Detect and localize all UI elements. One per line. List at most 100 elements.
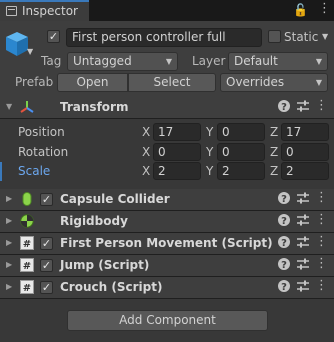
scale-y-field[interactable]: 2 <box>217 162 265 180</box>
rotation-label: Rotation <box>18 145 69 159</box>
scale-z-label[interactable]: Z <box>270 164 278 178</box>
rotation-x-label[interactable]: X <box>142 145 150 159</box>
position-y-label[interactable]: Y <box>206 125 213 139</box>
rotation-z-field[interactable]: 0 <box>281 143 329 161</box>
svg-text:?: ? <box>281 216 287 227</box>
rotation-x-field[interactable]: 0 <box>153 143 201 161</box>
jump-enabled-checkbox[interactable]: ✓ <box>40 259 53 272</box>
help-icon[interactable]: ? <box>277 213 291 227</box>
scale-label: Scale <box>18 164 51 178</box>
transform-title: Transform <box>60 100 129 114</box>
svg-text:#: # <box>23 283 31 294</box>
component-jump[interactable]: ▶ # ✓ Jump (Script) ? ⋮ <box>0 255 334 277</box>
gameobject-cube-icon <box>6 32 28 56</box>
help-icon[interactable]: ? <box>277 99 291 113</box>
position-y-field[interactable]: 0 <box>217 123 265 141</box>
prefab-select-button[interactable]: Select <box>128 73 216 92</box>
position-label: Position <box>18 125 65 139</box>
scale-y-label[interactable]: Y <box>206 164 213 178</box>
component-name: Crouch (Script) <box>60 280 163 294</box>
preset-sliders-icon[interactable] <box>296 213 310 227</box>
component-menu-icon[interactable]: ⋮ <box>315 234 328 250</box>
prefab-open-button[interactable]: Open <box>57 73 128 92</box>
scale-x-label[interactable]: X <box>142 164 150 178</box>
svg-text:?: ? <box>281 282 287 293</box>
overrides-label: Overrides <box>226 75 285 89</box>
rotation-y-field[interactable]: 0 <box>217 143 265 161</box>
component-menu-icon[interactable]: ⋮ <box>315 190 328 206</box>
window-menu-icon[interactable]: ⋮ <box>318 2 331 16</box>
chevron-down-icon: ▼ <box>165 57 172 66</box>
component-rigidbody[interactable]: ▶ Rigidbody ? ⋮ <box>0 211 334 233</box>
overrides-dropdown[interactable]: Overrides ▼ <box>220 73 328 92</box>
help-icon[interactable]: ? <box>277 235 291 249</box>
foldout-collapsed-icon[interactable]: ▶ <box>6 214 12 228</box>
component-name: Capsule Collider <box>60 192 170 206</box>
script-icon: # <box>20 280 34 294</box>
preset-sliders-icon[interactable] <box>296 191 310 205</box>
position-z-field[interactable]: 17 <box>281 123 329 141</box>
component-menu-icon[interactable]: ⋮ <box>315 212 328 228</box>
scale-x-field[interactable]: 2 <box>153 162 201 180</box>
svg-text:#: # <box>23 239 31 250</box>
svg-text:?: ? <box>281 194 287 205</box>
static-checkbox[interactable] <box>268 30 281 43</box>
layer-label: Layer <box>192 54 226 68</box>
foldout-expanded-icon[interactable]: ▼ <box>6 100 12 114</box>
scale-z-field[interactable]: 2 <box>281 162 329 180</box>
preset-sliders-icon[interactable] <box>296 279 310 293</box>
foldout-collapsed-icon[interactable]: ▶ <box>6 280 12 294</box>
tag-dropdown[interactable]: Untagged ▼ <box>67 52 178 71</box>
help-icon[interactable]: ? <box>277 257 291 271</box>
position-z-label[interactable]: Z <box>270 125 278 139</box>
first-person-movement-enabled-checkbox[interactable]: ✓ <box>40 237 53 250</box>
svg-text:?: ? <box>281 238 287 249</box>
position-x-label[interactable]: X <box>142 125 150 139</box>
capsule-collider-enabled-checkbox[interactable]: ✓ <box>40 193 53 206</box>
gameobject-active-checkbox[interactable]: ✓ <box>47 30 60 43</box>
rotation-z-label[interactable]: Z <box>270 145 278 159</box>
inspector-icon <box>6 6 17 16</box>
prefab-label: Prefab <box>15 75 54 89</box>
tab-label: Inspector <box>22 4 78 18</box>
layer-dropdown[interactable]: Default ▼ <box>228 52 328 71</box>
component-capsule-collider[interactable]: ▶ ✓ Capsule Collider ? ⋮ <box>0 189 334 211</box>
svg-text:?: ? <box>281 102 287 113</box>
tab-inspector[interactable]: Inspector <box>0 0 89 21</box>
icon-dropdown-arrow-icon[interactable]: ▼ <box>27 47 33 56</box>
chevron-down-icon: ▼ <box>315 78 322 87</box>
component-menu-icon[interactable]: ⋮ <box>315 278 328 294</box>
gameobject-header: ▼ ✓ First person controller full Static … <box>0 21 334 98</box>
add-component-button[interactable]: Add Component <box>67 310 268 331</box>
scale-selected-marker <box>0 162 2 181</box>
help-icon[interactable]: ? <box>277 279 291 293</box>
chevron-down-icon: ▼ <box>315 57 322 66</box>
layer-value: Default <box>234 54 278 68</box>
component-menu-icon[interactable]: ⋮ <box>315 256 328 272</box>
preset-sliders-icon[interactable] <box>296 235 310 249</box>
component-name: Rigidbody <box>60 214 128 228</box>
foldout-collapsed-icon[interactable]: ▶ <box>6 192 12 206</box>
rotation-y-label[interactable]: Y <box>206 145 213 159</box>
transform-body: Position X 17 Y 0 Z 17 Rotation X 0 Y 0 … <box>0 119 334 188</box>
lock-icon[interactable]: 🔓 <box>293 3 308 17</box>
component-crouch[interactable]: ▶ # ✓ Crouch (Script) ? ⋮ <box>0 277 334 299</box>
transform-header[interactable]: ▼ Transform ? ⋮ <box>0 97 334 119</box>
preset-sliders-icon[interactable] <box>296 99 310 113</box>
preset-sliders-icon[interactable] <box>296 257 310 271</box>
tag-value: Untagged <box>73 54 132 68</box>
component-name: First Person Movement (Script) <box>60 236 273 250</box>
svg-text:?: ? <box>281 260 287 271</box>
position-x-field[interactable]: 17 <box>153 123 201 141</box>
static-dropdown-arrow-icon[interactable]: ▼ <box>322 32 328 41</box>
crouch-enabled-checkbox[interactable]: ✓ <box>40 281 53 294</box>
foldout-collapsed-icon[interactable]: ▶ <box>6 236 12 250</box>
gameobject-name-field[interactable]: First person controller full <box>66 28 262 47</box>
component-first-person-movement[interactable]: ▶ # ✓ First Person Movement (Script) ? ⋮ <box>0 233 334 255</box>
foldout-collapsed-icon[interactable]: ▶ <box>6 258 12 272</box>
static-label: Static <box>284 30 319 44</box>
component-menu-icon[interactable]: ⋮ <box>315 98 328 114</box>
svg-text:#: # <box>23 261 31 272</box>
help-icon[interactable]: ? <box>277 191 291 205</box>
script-icon: # <box>20 236 34 250</box>
